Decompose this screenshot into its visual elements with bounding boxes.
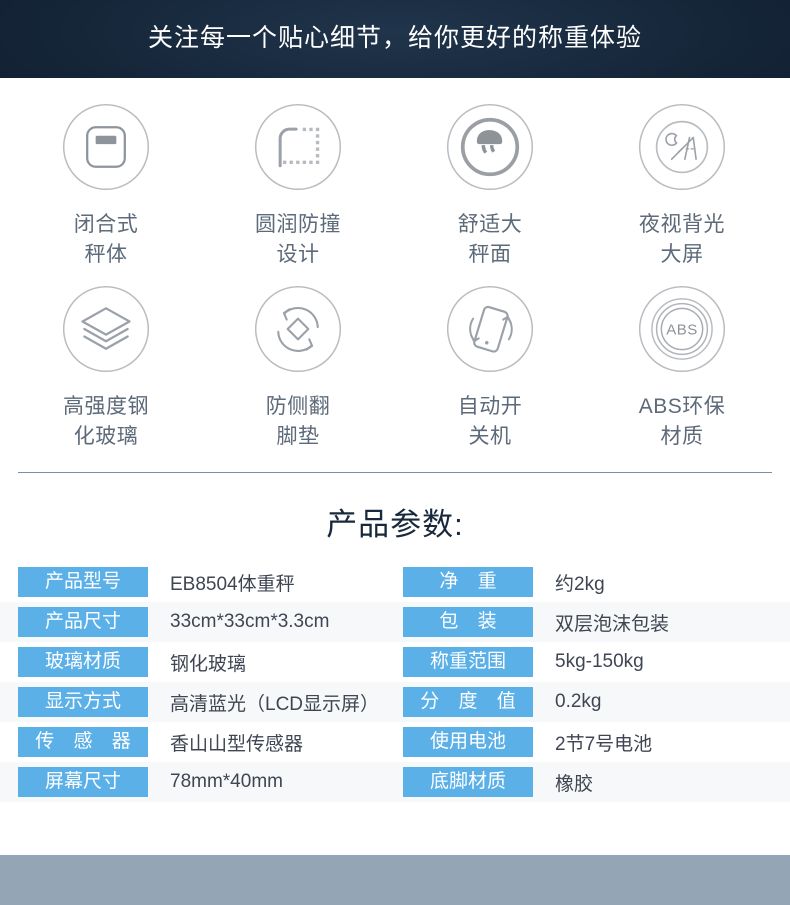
spec-value: 钢化玻璃 bbox=[170, 653, 247, 675]
feature-item[interactable]: 高强度钢 化玻璃 bbox=[20, 282, 192, 464]
feature-item[interactable]: 夜视背光 大屏 bbox=[596, 100, 768, 282]
table-row: 产品型号 EB8504体重秤 净 重 约2kg bbox=[0, 562, 790, 602]
night-backlight-icon bbox=[638, 103, 726, 191]
table-row: 传 感 器 香山山型传感器 使用电池 2节7号电池 bbox=[0, 722, 790, 762]
spec-value: 双层泡沫包装 bbox=[555, 613, 670, 635]
feature-item[interactable]: ABS ABS环保 材质 bbox=[596, 282, 768, 464]
spec-key: 使用电池 bbox=[403, 727, 533, 757]
table-row: 屏幕尺寸 78mm*40mm 底脚材质 橡胶 bbox=[0, 762, 790, 802]
feature-label: 高强度钢 化玻璃 bbox=[63, 395, 149, 448]
feature-label: 防侧翻 脚垫 bbox=[265, 395, 331, 448]
table-row: 显示方式 高清蓝光（LCD显示屏） 分 度 值 0.2kg bbox=[0, 682, 790, 722]
spec-table: 产品型号 EB8504体重秤 净 重 约2kg 产品尺寸 33cm*33cm*3… bbox=[0, 562, 790, 802]
abs-material-icon: ABS bbox=[638, 285, 726, 373]
feature-item[interactable]: 自动开 关机 bbox=[404, 282, 576, 464]
spec-cell: 玻璃材质 钢化玻璃 bbox=[0, 642, 395, 682]
spec-key: 分 度 值 bbox=[403, 687, 533, 717]
spec-cell: 传 感 器 香山山型传感器 bbox=[0, 722, 395, 762]
section-divider bbox=[18, 472, 772, 473]
spec-key: 包 装 bbox=[403, 607, 533, 637]
spec-value: 高清蓝光（LCD显示屏） bbox=[170, 693, 380, 715]
banner-title: 关注每一个贴心细节，给你更好的称重体验 bbox=[147, 24, 642, 52]
feature-grid: 闭合式 秤体 圆润防撞 设计 舒适大 秤面 夜视背光 大屏 高强度钢 化玻璃 防… bbox=[0, 78, 790, 464]
spec-cell: 产品尺寸 33cm*33cm*3.3cm bbox=[0, 602, 395, 642]
spec-value: 2节7号电池 bbox=[555, 733, 653, 755]
spec-cell: 分 度 值 0.2kg bbox=[395, 682, 790, 722]
feature-item[interactable]: 防侧翻 脚垫 bbox=[212, 282, 384, 464]
table-row: 产品尺寸 33cm*33cm*3.3cm 包 装 双层泡沫包装 bbox=[0, 602, 790, 642]
feature-item[interactable]: 舒适大 秤面 bbox=[404, 100, 576, 282]
rounded-corner-icon bbox=[254, 103, 342, 191]
spec-key: 称重范围 bbox=[403, 647, 533, 677]
spec-key: 屏幕尺寸 bbox=[18, 767, 148, 797]
footer-band bbox=[0, 855, 790, 905]
header-banner: 关注每一个贴心细节，给你更好的称重体验 bbox=[0, 0, 790, 78]
spec-key: 玻璃材质 bbox=[18, 647, 148, 677]
spec-value: 香山山型传感器 bbox=[170, 733, 304, 755]
spec-value: 5kg-150kg bbox=[555, 651, 644, 672]
anti-tip-rotate-icon bbox=[254, 285, 342, 373]
feature-item[interactable]: 闭合式 秤体 bbox=[20, 100, 192, 282]
spec-cell: 称重范围 5kg-150kg bbox=[395, 642, 790, 682]
spec-value: 橡胶 bbox=[555, 773, 594, 795]
spec-value: 约2kg bbox=[555, 573, 605, 595]
spec-cell: 屏幕尺寸 78mm*40mm bbox=[0, 762, 395, 802]
footprint-circle-icon bbox=[446, 103, 534, 191]
spec-key: 传 感 器 bbox=[18, 727, 148, 757]
spec-key: 产品型号 bbox=[18, 567, 148, 597]
spec-cell: 净 重 约2kg bbox=[395, 562, 790, 602]
spec-value: 0.2kg bbox=[555, 691, 602, 712]
spec-key: 产品尺寸 bbox=[18, 607, 148, 637]
feature-item[interactable]: 圆润防撞 设计 bbox=[212, 100, 384, 282]
spec-key: 底脚材质 bbox=[403, 767, 533, 797]
feature-label: ABS环保 材质 bbox=[638, 395, 726, 448]
spec-cell: 产品型号 EB8504体重秤 bbox=[0, 562, 395, 602]
spec-cell: 使用电池 2节7号电池 bbox=[395, 722, 790, 762]
feature-label: 闭合式 秤体 bbox=[73, 213, 139, 266]
feature-label: 舒适大 秤面 bbox=[457, 213, 523, 266]
feature-label: 自动开 关机 bbox=[457, 395, 523, 448]
feature-label: 夜视背光 大屏 bbox=[639, 213, 725, 266]
spec-key: 净 重 bbox=[403, 567, 533, 597]
feature-label: 圆润防撞 设计 bbox=[255, 213, 341, 266]
auto-power-tilt-icon bbox=[446, 285, 534, 373]
spec-value: 78mm*40mm bbox=[170, 771, 283, 792]
spec-cell: 底脚材质 橡胶 bbox=[395, 762, 790, 802]
svg-text:ABS: ABS bbox=[666, 322, 698, 339]
spec-cell: 包 装 双层泡沫包装 bbox=[395, 602, 790, 642]
page-title: 产品参数: bbox=[326, 507, 464, 542]
scale-body-icon bbox=[62, 103, 150, 191]
spec-key: 显示方式 bbox=[18, 687, 148, 717]
spec-cell: 显示方式 高清蓝光（LCD显示屏） bbox=[0, 682, 395, 722]
spec-value: EB8504体重秤 bbox=[170, 573, 295, 595]
layered-glass-icon bbox=[62, 285, 150, 373]
spec-value: 33cm*33cm*3.3cm bbox=[170, 611, 330, 632]
table-row: 玻璃材质 钢化玻璃 称重范围 5kg-150kg bbox=[0, 642, 790, 682]
